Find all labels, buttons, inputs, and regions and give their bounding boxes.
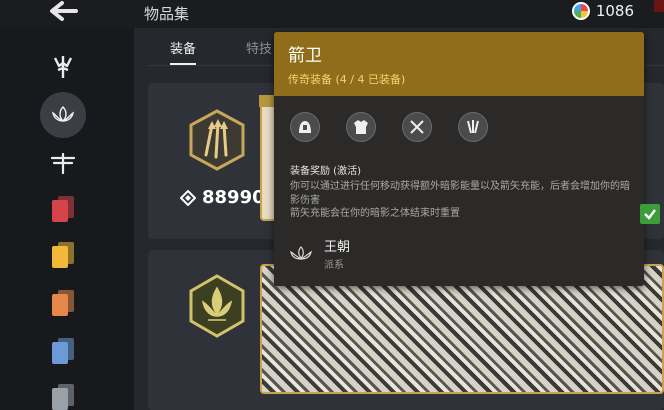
color-wheel-icon <box>571 2 590 20</box>
currency-display: 1086 <box>571 2 634 20</box>
tooltip-body: 装备奖励 (激活) 你可以通过进行任何移动获得额外暗影能量以及箭矢充能，后者会增… <box>274 96 644 286</box>
sidebar-item-blue-set[interactable] <box>52 338 76 366</box>
sidebar-item-orange-set[interactable] <box>52 290 76 318</box>
arrow-left-icon <box>50 1 78 21</box>
faction-row: 王朝 派系 <box>290 236 350 271</box>
sidebar <box>0 28 134 410</box>
sidebar-item-dragonfly[interactable] <box>40 140 86 186</box>
sidebar-item-class[interactable] <box>40 44 86 90</box>
set-bonus-line: 你可以通过进行任何移动获得额外暗影能量以及箭矢充能，后者会增加你的暗影伤害 <box>290 181 630 206</box>
set-bonus-line: 箭矢充能会在你的暗影之体结束时重置 <box>290 208 460 219</box>
set-pieces <box>290 112 514 142</box>
item-set-tooltip: 箭卫 传奇装备 (4 / 4 已装备) 装备奖励 (激活) 你可以通过进行任何移… <box>274 32 644 286</box>
sidebar-item-gray-set[interactable] <box>52 384 76 410</box>
lotus-faction-icon <box>290 245 312 260</box>
dragonfly-icon <box>50 152 76 175</box>
sidebar-item-lotus[interactable] <box>40 92 86 138</box>
faction-type: 派系 <box>324 260 344 271</box>
set-score: 88990 <box>180 187 265 208</box>
tooltip-set-name: 箭卫 <box>288 46 322 66</box>
faction-name: 王朝 <box>324 240 351 255</box>
set-bonus-title: 装备奖励 (激活) <box>290 166 361 177</box>
tooltip-header: 箭卫 传奇装备 (4 / 4 已装备) <box>274 32 644 96</box>
arrows-icon <box>458 112 488 142</box>
tab-perks[interactable]: 特技 <box>246 38 272 65</box>
lotus-icon <box>51 106 75 122</box>
crossed-swords-icon <box>402 112 432 142</box>
sidebar-item-yellow-set[interactable] <box>52 242 76 270</box>
page-title: 物品集 <box>144 5 190 23</box>
class-trident-icon <box>53 56 73 78</box>
diamond-currency-icon <box>180 189 196 206</box>
back-button[interactable] <box>40 0 84 24</box>
tooltip-rarity: 传奇装备 (4 / 4 已装备) <box>288 73 406 86</box>
set-bonus-description: 你可以通过进行任何移动获得额外暗影能量以及箭矢充能，后者会增加你的暗影伤害 箭矢… <box>290 180 630 221</box>
helmet-icon <box>290 112 320 142</box>
equipped-check-icon <box>640 204 660 224</box>
sidebar-item-red-set[interactable] <box>52 196 76 224</box>
fleur-hex-icon <box>189 274 245 338</box>
currency-amount: 1086 <box>595 2 634 20</box>
chest-armor-icon <box>346 112 376 142</box>
corner-marker <box>654 0 664 12</box>
top-bar: 物品集 1086 <box>0 0 664 28</box>
set-score-value: 88990 <box>202 187 265 208</box>
arrows-hex-icon <box>189 109 245 171</box>
tab-equipment[interactable]: 装备 <box>170 38 197 65</box>
